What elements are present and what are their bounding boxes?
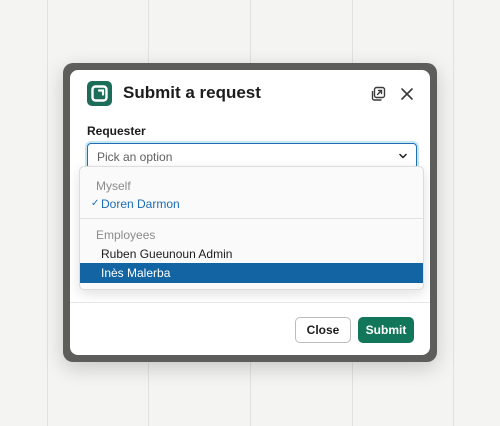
requester-dropdown-menu: Myself ✓ Doren Darmon Employees Ruben Gu…	[79, 166, 424, 290]
option-ines-malerba[interactable]: Inès Malerba	[80, 263, 423, 283]
option-doren-darmon[interactable]: ✓ Doren Darmon	[80, 194, 423, 214]
app-logo-icon	[87, 81, 112, 106]
modal-title: Submit a request	[123, 83, 261, 102]
option-ruben-gueunoun[interactable]: Ruben Gueunoun Admin	[80, 244, 423, 264]
modal-header: Submit a request	[70, 70, 430, 120]
requester-label: Requester	[87, 124, 146, 138]
option-label: Doren Darmon	[101, 197, 180, 211]
footer-divider	[70, 302, 430, 303]
option-label: Ruben Gueunoun Admin	[101, 247, 233, 261]
group-label-myself: Myself	[96, 179, 131, 193]
submit-button[interactable]: Submit	[358, 317, 414, 343]
chevron-down-icon	[399, 153, 407, 159]
group-label-employees: Employees	[96, 228, 156, 242]
open-in-new-window-icon	[371, 86, 386, 101]
dropdown-divider	[80, 218, 423, 219]
bg-column-divider	[47, 0, 48, 426]
close-button[interactable]: Close	[295, 317, 351, 343]
check-icon: ✓	[91, 198, 100, 209]
open-in-new-window-button[interactable]	[367, 83, 389, 105]
bg-column-divider	[453, 0, 454, 426]
close-icon	[401, 88, 413, 100]
close-modal-button[interactable]	[396, 83, 418, 105]
option-label: Inès Malerba	[101, 266, 171, 280]
select-placeholder: Pick an option	[97, 150, 173, 164]
